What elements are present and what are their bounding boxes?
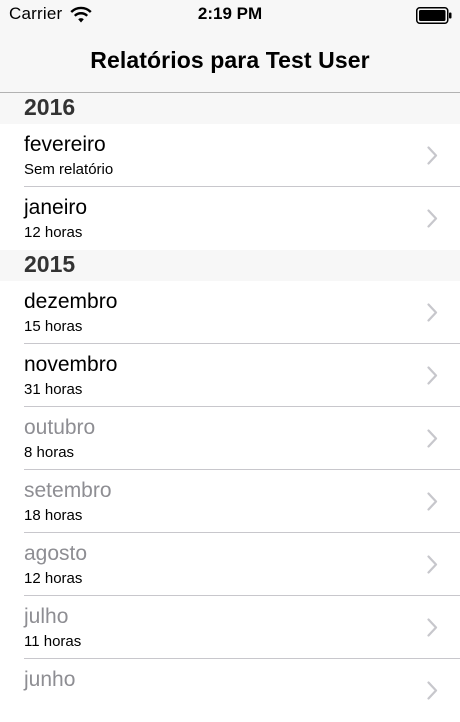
row-month-label: dezembro [24, 290, 118, 313]
row-month-label: novembro [24, 353, 118, 376]
section-header-2016: 2016 [0, 93, 460, 124]
row-month-label: julho [24, 605, 69, 628]
chevron-right-icon [427, 429, 438, 448]
chevron-right-icon [427, 303, 438, 322]
row-hours-label: 18 horas [24, 507, 83, 524]
section-year-label: 2016 [24, 94, 76, 120]
report-row-setembro[interactable]: setembro 18 horas [0, 470, 460, 533]
row-month-label: setembro [24, 479, 112, 502]
row-month-label: janeiro [24, 196, 88, 219]
report-row-agosto[interactable]: agosto 12 horas [0, 533, 460, 596]
chevron-right-icon [427, 681, 438, 700]
report-row-fevereiro[interactable]: fevereiro Sem relatório [0, 124, 460, 187]
chevron-right-icon [427, 618, 438, 637]
row-hours-label: 12 horas [24, 570, 83, 587]
row-hours-label: 11 horas [24, 633, 82, 650]
row-hours-label: Sem relatório [24, 161, 114, 178]
chevron-right-icon [427, 492, 438, 511]
chevron-right-icon [427, 555, 438, 574]
status-bar: Carrier 2:19 PM [0, 0, 460, 30]
row-hours-label: 8 horas [24, 444, 75, 461]
section-header-2015: 2015 [0, 250, 460, 281]
report-row-novembro[interactable]: novembro 31 horas [0, 344, 460, 407]
status-time: 2:19 PM [197, 4, 263, 23]
battery-icon [416, 7, 452, 24]
chevron-right-icon [427, 209, 438, 228]
navigation-bar: Relatórios para Test User [0, 30, 460, 93]
report-row-janeiro[interactable]: janeiro 12 horas [0, 187, 460, 250]
chevron-right-icon [427, 366, 438, 385]
section-year-label: 2015 [24, 251, 76, 277]
report-row-dezembro[interactable]: dezembro 15 horas [0, 281, 460, 344]
row-hours-label: 12 horas [24, 224, 83, 241]
row-hours-label: 15 horas [24, 318, 83, 335]
report-row-outubro[interactable]: outubro 8 horas [0, 407, 460, 470]
row-month-label: agosto [24, 542, 88, 565]
chevron-right-icon [427, 146, 438, 165]
reports-table: 2016 fevereiro Sem relatório janeiro 12 hora… [0, 93, 460, 722]
row-month-label: fevereiro [24, 133, 106, 156]
row-hours-label: 31 horas [24, 381, 83, 398]
row-month-label: junho [24, 668, 76, 691]
page-title: Relatórios para Test User [90, 47, 370, 73]
report-row-junho[interactable]: junho [0, 659, 460, 722]
report-row-julho[interactable]: julho 11 horas [0, 596, 460, 659]
row-month-label: outubro [24, 416, 96, 439]
